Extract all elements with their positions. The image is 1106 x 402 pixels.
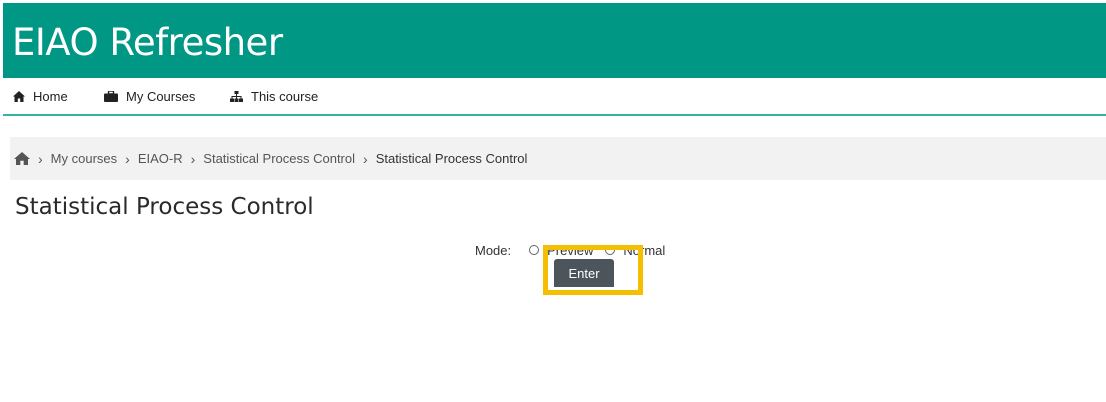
- home-icon: [13, 90, 25, 102]
- breadcrumb-section[interactable]: Statistical Process Control: [203, 151, 355, 166]
- nav-home[interactable]: Home: [13, 78, 68, 114]
- sitemap-icon: [230, 90, 243, 102]
- top-navbar: Home My Courses This course: [3, 78, 1106, 116]
- preview-option-label[interactable]: Preview: [547, 243, 593, 258]
- breadcrumb-home-link[interactable]: [14, 152, 30, 165]
- preview-radio[interactable]: [529, 245, 540, 255]
- site-banner: EIAO Refresher: [3, 3, 1106, 78]
- nav-my-courses[interactable]: My Courses: [104, 78, 195, 114]
- mode-selector: Mode: Preview Normal: [475, 240, 665, 260]
- breadcrumb-separator: ›: [125, 150, 130, 167]
- breadcrumb: › My courses › EIAO-R › Statistical Proc…: [10, 137, 1106, 180]
- normal-option-label[interactable]: Normal: [623, 243, 665, 258]
- briefcase-icon: [104, 90, 118, 102]
- nav-this-course[interactable]: This course: [230, 78, 318, 114]
- mode-label: Mode:: [475, 242, 512, 258]
- normal-radio[interactable]: [605, 245, 616, 255]
- breadcrumb-course[interactable]: EIAO-R: [138, 151, 183, 166]
- nav-home-label: Home: [33, 88, 68, 104]
- site-title: EIAO Refresher: [12, 21, 283, 64]
- page-title: Statistical Process Control: [15, 194, 314, 220]
- enter-button[interactable]: Enter: [554, 259, 614, 287]
- breadcrumb-separator: ›: [363, 150, 368, 167]
- breadcrumb-separator: ›: [38, 150, 43, 167]
- breadcrumb-my-courses[interactable]: My courses: [51, 151, 117, 166]
- breadcrumb-separator: ›: [190, 150, 196, 167]
- nav-this-course-label: This course: [251, 88, 319, 104]
- breadcrumb-current: Statistical Process Control: [375, 151, 528, 166]
- nav-my-courses-label: My Courses: [126, 88, 196, 104]
- home-icon: [14, 152, 30, 165]
